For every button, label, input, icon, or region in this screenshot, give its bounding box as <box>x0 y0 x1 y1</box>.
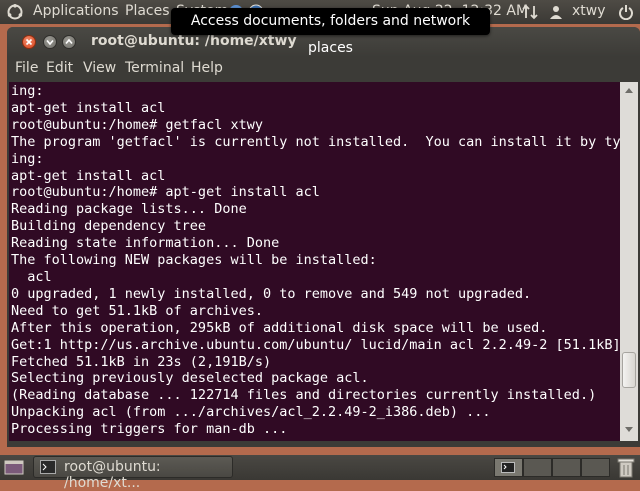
places-menu[interactable]: Places <box>125 3 170 19</box>
terminal-line: After this operation, 295kB of additiona… <box>11 319 548 336</box>
show-desktop-icon[interactable] <box>4 459 24 476</box>
scroll-up-arrow-icon[interactable] <box>625 88 633 93</box>
terminal-line: Reading state information... Done <box>11 235 280 252</box>
terminal-line: Unpacking acl (from .../archives/acl_2.2… <box>11 404 491 421</box>
menu-edit[interactable]: Edit <box>46 60 73 76</box>
terminal-line: (Reading database ... 122714 files and d… <box>11 387 597 404</box>
terminal-line: The following NEW packages will be insta… <box>11 252 377 269</box>
menu-terminal[interactable]: Terminal <box>125 60 184 76</box>
minimize-button[interactable] <box>43 35 57 49</box>
taskbar-terminal-button[interactable]: root@ubuntu: /home/xt... <box>33 456 233 491</box>
workspace-4[interactable] <box>581 458 610 477</box>
workspace-1[interactable] <box>494 458 523 477</box>
places-tooltip: Access documents, folders and network pl… <box>171 8 490 56</box>
terminal-line: Get:1 http://us.archive.ubuntu.com/ubunt… <box>11 336 620 353</box>
maximize-button[interactable] <box>62 35 76 49</box>
user-icon[interactable] <box>548 4 564 20</box>
maximize-icon <box>65 38 73 45</box>
menu-help[interactable]: Help <box>191 60 223 76</box>
terminal-line: 0 upgraded, 1 newly installed, 0 to remo… <box>11 285 532 302</box>
terminal-text: ing: apt-get install acl root@ubuntu:/ho… <box>9 82 620 438</box>
terminal-line: Building dependency tree <box>11 218 207 235</box>
taskbar-terminal-label: root@ubuntu: /home/xt... <box>64 459 161 491</box>
terminal-line: Need to get 51.1kB of archives. <box>11 302 263 319</box>
workspace-3[interactable] <box>552 458 581 477</box>
terminal-line: root@ubuntu:/home# getfacl xtwy <box>11 116 263 133</box>
terminal-line: Selecting previously deselected package … <box>11 370 369 387</box>
terminal-line: apt-get install acl <box>11 99 166 116</box>
scroll-down-arrow-icon[interactable] <box>625 427 633 432</box>
vertical-scrollbar[interactable] <box>620 82 638 441</box>
applications-menu[interactable]: Applications <box>33 3 119 19</box>
terminal-line: ing: <box>11 83 44 99</box>
terminal-line: ing: <box>11 150 44 167</box>
window-title: root@ubuntu: /home/xtwy <box>91 33 297 49</box>
user-menu[interactable]: xtwy <box>572 3 606 19</box>
terminal-line: Reading package lists... Done <box>11 201 247 218</box>
terminal-icon <box>501 462 515 473</box>
ubuntu-logo-icon[interactable] <box>7 4 23 20</box>
close-button[interactable] <box>22 35 36 49</box>
terminal-line: Fetched 51.1kB in 23s (2,191B/s) <box>11 353 272 370</box>
terminal-window: root@ubuntu: /home/xtwy File Edit View T… <box>7 27 640 447</box>
terminal-icon <box>40 460 56 474</box>
terminal-line: Processing triggers for man-db ... <box>11 421 288 438</box>
close-icon <box>25 38 33 46</box>
workspace-2[interactable] <box>523 458 552 477</box>
bottom-panel: root@ubuntu: /home/xt... <box>0 455 640 491</box>
trash-icon[interactable] <box>617 457 635 478</box>
minimize-icon <box>46 39 54 46</box>
terminal-line: apt-get install acl <box>11 167 166 184</box>
terminal-line: acl <box>27 268 52 285</box>
terminal-line: root@ubuntu:/home# apt-get install acl <box>11 184 320 201</box>
menu-file[interactable]: File <box>15 60 38 76</box>
terminal-output[interactable]: ing: apt-get install acl root@ubuntu:/ho… <box>9 82 620 441</box>
session-icon[interactable] <box>618 4 634 20</box>
network-icon[interactable] <box>522 4 538 20</box>
menu-view[interactable]: View <box>83 60 116 76</box>
scroll-thumb[interactable] <box>622 352 636 388</box>
terminal-line: The program 'getfacl' is currently not i… <box>11 133 620 150</box>
